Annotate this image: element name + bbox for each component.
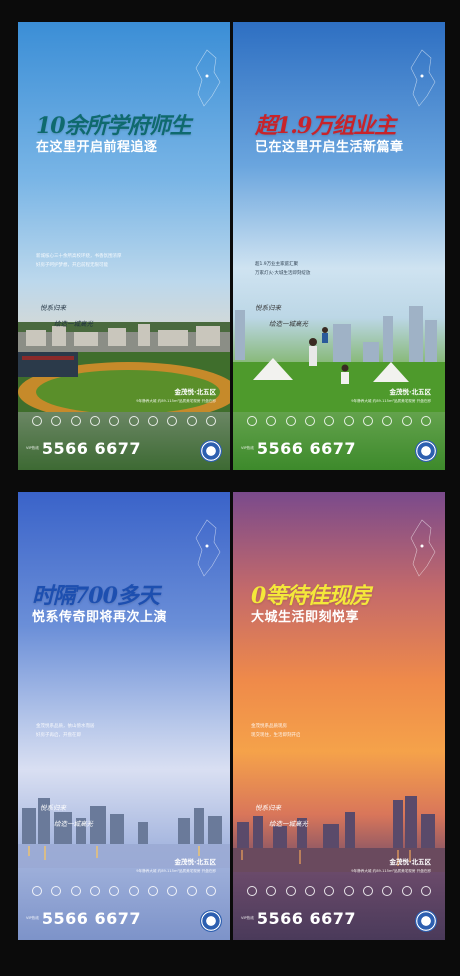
phone-number: 5566 6677 xyxy=(256,909,357,928)
feature-icon xyxy=(304,416,315,426)
poster-legend: 时隔700多天 悦系传奇即将再次上演 金茂悦系品质，依山傍水而居 好房子再启，开盘… xyxy=(18,492,230,940)
phone-number: 5566 6677 xyxy=(41,909,142,928)
feature-icon xyxy=(382,886,393,896)
project-description: 9年静养大城 约89-115m²品质美宅现房 开盘在即 xyxy=(351,869,431,873)
body-text: 金茂悦系品质，依山傍水而居 好房子再启，开盘在即 xyxy=(36,724,95,738)
feature-icon xyxy=(401,886,412,896)
feature-icon xyxy=(205,416,216,426)
slogan: 悦系归来 绘造一城高光 xyxy=(255,804,308,828)
feature-icon xyxy=(51,886,62,896)
feature-icon xyxy=(285,416,296,426)
poster-owners: 超1.9万组业主 已在这里开启生活新篇章 超1.9万业主家庭汇聚 万家灯火·大城生… xyxy=(233,22,445,470)
feature-icon xyxy=(420,886,431,896)
project-name: 金茂悦·北五区 xyxy=(389,388,431,396)
slogan: 悦系归来 绘造一城高光 xyxy=(40,804,93,828)
hotline: VIP热线 5566 6677 xyxy=(241,909,357,928)
body-text: 新城核心三十余所高校环绕，书香氛围浓厚 好房子呵护梦想，开启前程无限可能 xyxy=(36,254,122,268)
feature-icon xyxy=(128,886,139,896)
hotline: VIP热线 5566 6677 xyxy=(241,439,357,458)
feature-icon xyxy=(167,886,178,896)
poster-ready-homes: 0等待佳现房 大城生活即刻悦享 金茂悦系品质现房 现交现住，生活即刻开启 悦系归来… xyxy=(233,492,445,940)
subheadline: 在这里开启前程追逐 xyxy=(36,140,158,155)
feature-icon xyxy=(51,416,62,426)
feature-icon xyxy=(324,416,335,426)
feature-icon xyxy=(89,416,100,426)
feature-icon xyxy=(186,416,197,426)
project-description: 9年静养大城 约89-115m²品质美宅现房 开盘在即 xyxy=(136,399,216,403)
feature-icon xyxy=(401,416,412,426)
feature-icon xyxy=(32,886,42,896)
feature-icon xyxy=(167,416,178,426)
slogan: 悦系归来 绘造一城高光 xyxy=(255,304,308,328)
feature-icon xyxy=(109,886,120,896)
map-outline-icon xyxy=(192,518,222,578)
feature-icons xyxy=(32,886,216,896)
feature-icon xyxy=(147,886,158,896)
feature-icon xyxy=(128,416,139,426)
feature-icon xyxy=(70,416,81,426)
hotline: VIP热线 5566 6677 xyxy=(26,909,142,928)
map-outline-icon xyxy=(407,518,437,578)
brand-seal-icon xyxy=(200,910,222,932)
feature-icon xyxy=(382,416,393,426)
brand-seal-icon xyxy=(200,440,222,462)
feature-icons xyxy=(32,416,216,426)
project-description: 9年静养大城 约89-115m²品质美宅现房 开盘在即 xyxy=(136,869,216,873)
project-name: 金茂悦·北五区 xyxy=(389,858,431,866)
feature-icon xyxy=(304,886,315,896)
feature-icon xyxy=(343,886,354,896)
feature-icons xyxy=(247,886,431,896)
phone-number: 5566 6677 xyxy=(256,439,357,458)
feature-icon xyxy=(420,416,431,426)
project-name: 金茂悦·北五区 xyxy=(174,388,216,396)
map-outline-icon xyxy=(407,48,437,108)
feature-icon xyxy=(362,886,373,896)
body-text: 超1.9万业主家庭汇聚 万家灯火·大城生活即刻绽放 xyxy=(255,262,311,276)
phone-number: 5566 6677 xyxy=(41,439,142,458)
feature-icon xyxy=(109,416,120,426)
feature-icon xyxy=(147,416,158,426)
project-description: 9年静养大城 约89-115m²品质美宅现房 开盘在即 xyxy=(351,399,431,403)
feature-icon xyxy=(32,416,42,426)
feature-icon xyxy=(186,886,197,896)
feature-icon xyxy=(324,886,335,896)
brand-seal-icon xyxy=(415,440,437,462)
feature-icon xyxy=(247,416,257,426)
slogan: 悦系归来 绘造一城高光 xyxy=(40,304,93,328)
map-outline-icon xyxy=(192,48,222,108)
feature-icon xyxy=(266,886,277,896)
subheadline: 悦系传奇即将再次上演 xyxy=(32,610,168,625)
feature-icon xyxy=(362,416,373,426)
feature-icon xyxy=(247,886,257,896)
subheadline: 已在这里开启生活新篇章 xyxy=(255,140,404,155)
feature-icon xyxy=(89,886,100,896)
feature-icon xyxy=(70,886,81,896)
brand-seal-icon xyxy=(415,910,437,932)
feature-icons xyxy=(247,416,431,426)
feature-icon xyxy=(285,886,296,896)
poster-scholars: 10余所学府师生 在这里开启前程追逐 新城核心三十余所高校环绕，书香氛围浓厚 好房… xyxy=(18,22,230,470)
feature-icon xyxy=(266,416,277,426)
hotline: VIP热线 5566 6677 xyxy=(26,439,142,458)
feature-icon xyxy=(205,886,216,896)
feature-icon xyxy=(343,416,354,426)
project-name: 金茂悦·北五区 xyxy=(174,858,216,866)
body-text: 金茂悦系品质现房 现交现住，生活即刻开启 xyxy=(251,724,301,738)
subheadline: 大城生活即刻悦享 xyxy=(251,610,360,625)
